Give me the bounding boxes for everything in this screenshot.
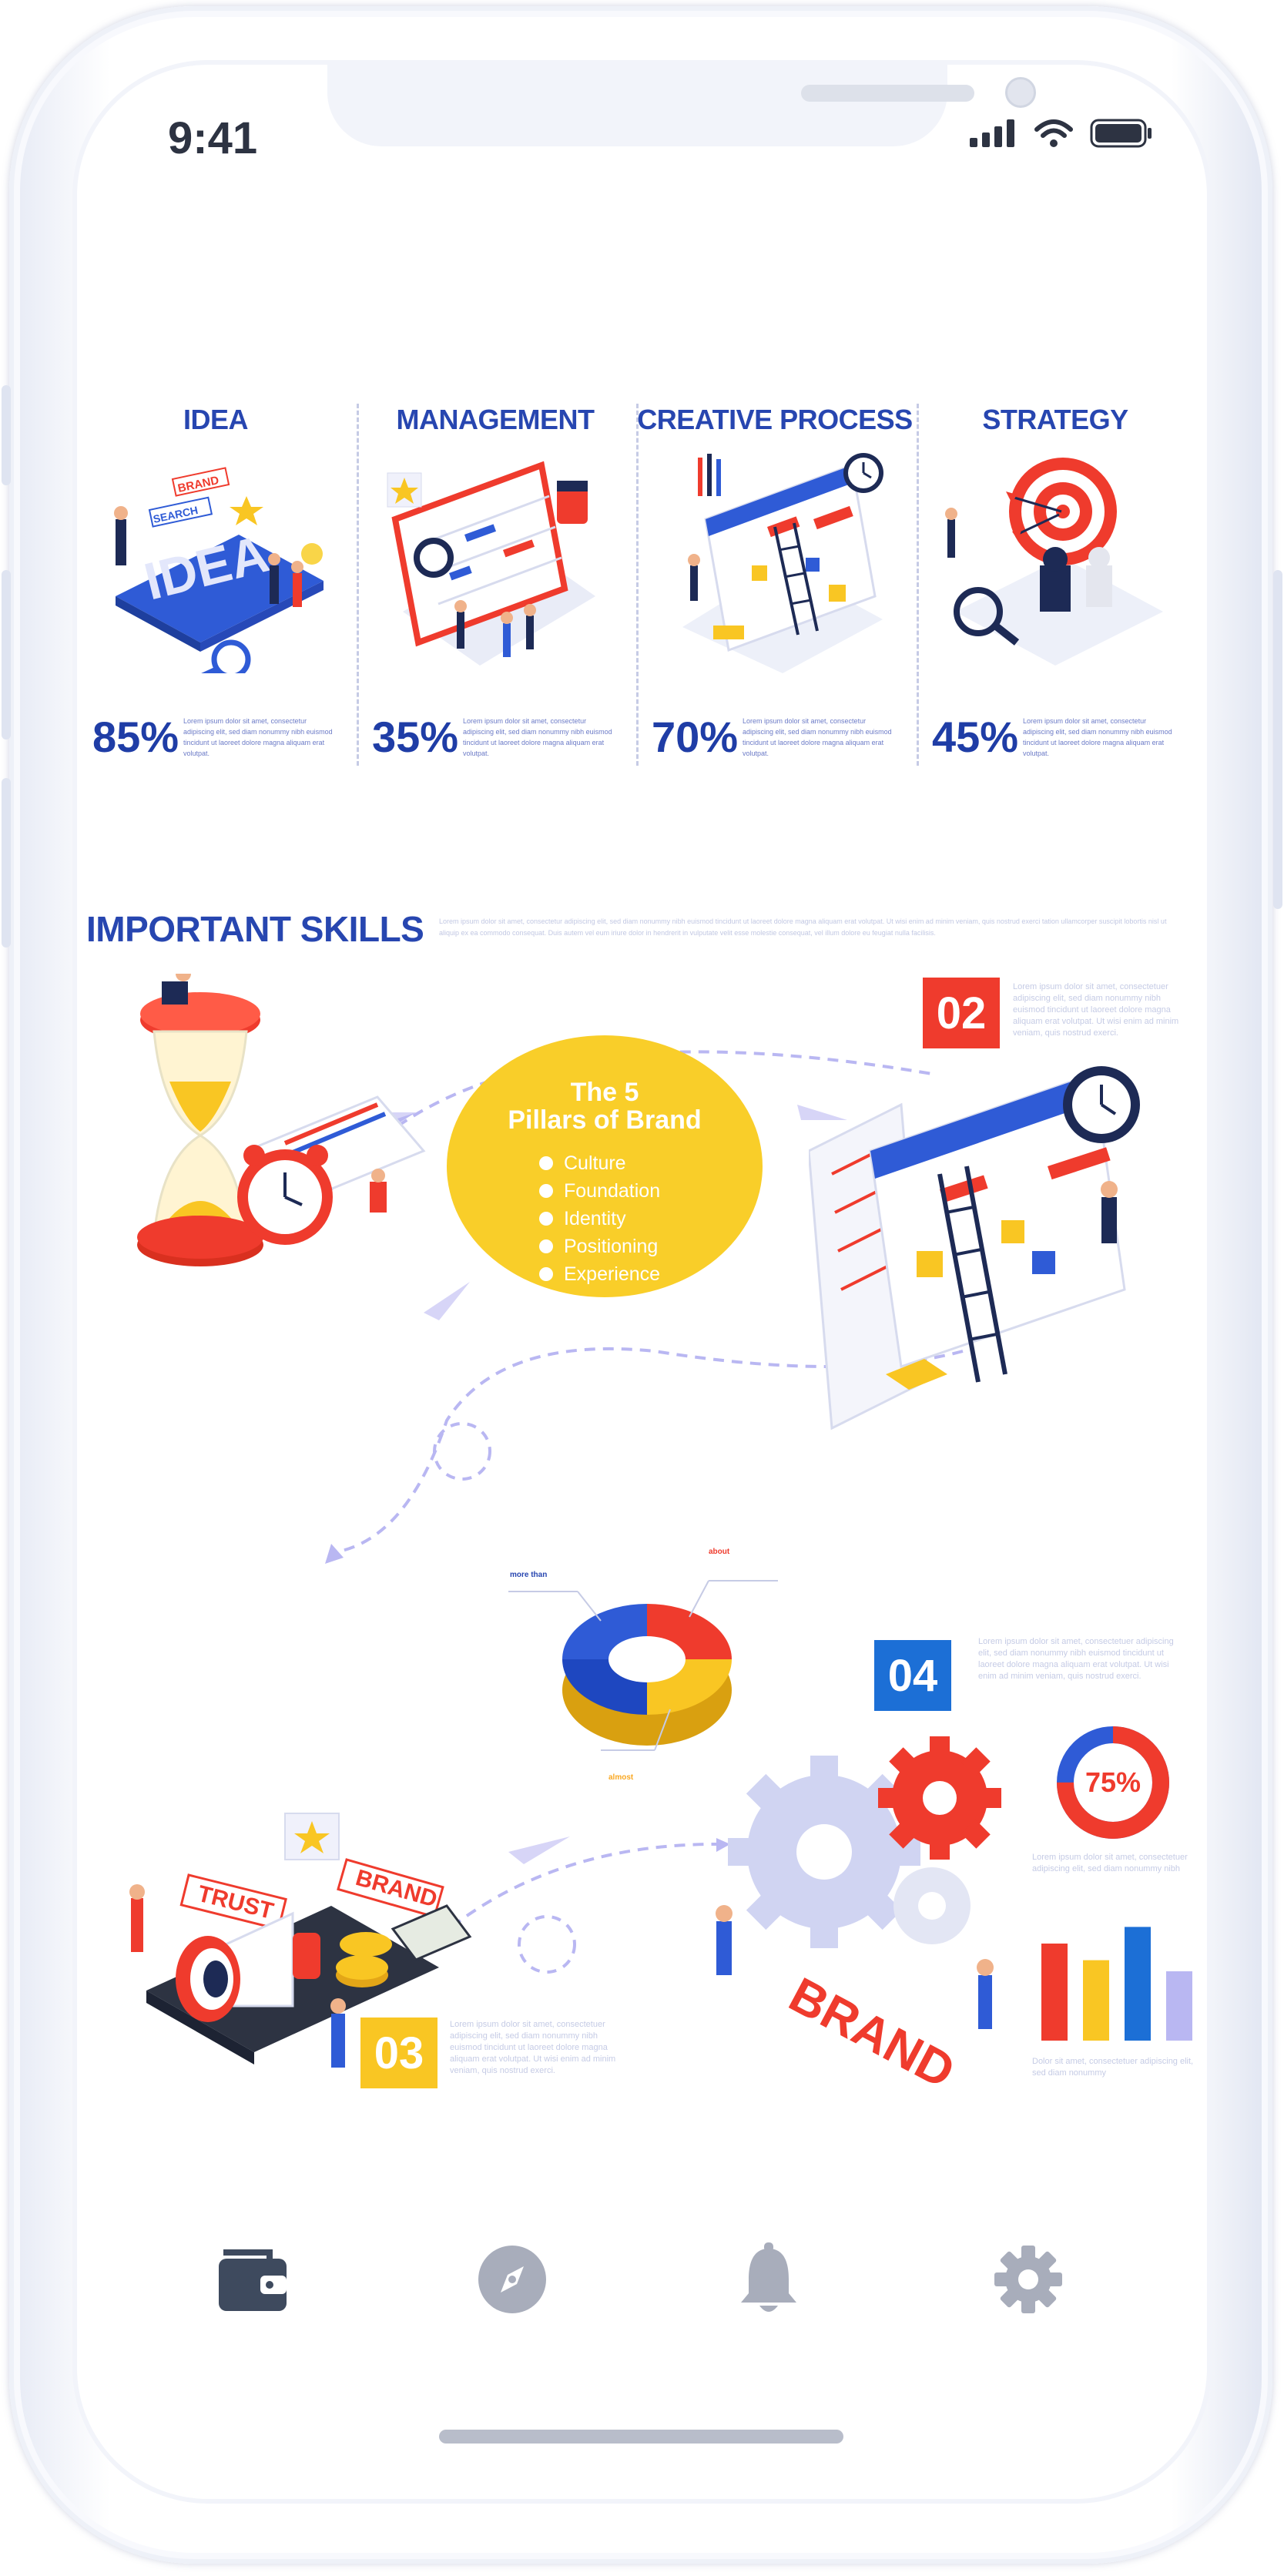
- pillars-list: Culture Foundation Identity Positioning …: [539, 1149, 660, 1288]
- bar-2: [1125, 1927, 1151, 2041]
- pillars-title-line2: Pillars of Brand: [508, 1105, 702, 1135]
- bar-chart: [1041, 1927, 1192, 2041]
- category-percent: 35%: [372, 713, 459, 761]
- pillars-card: The 5 Pillars of Brand Culture Foundatio…: [447, 1035, 763, 1297]
- category-creative-process: CREATIVE PROCESS 70% Lorem ipsum dolor s…: [636, 404, 914, 773]
- strategy-illustration: [945, 458, 1163, 666]
- gear-icon: [994, 2246, 1062, 2313]
- category-description: Lorem ipsum dolor sit amet, consectetur …: [1023, 717, 1172, 757]
- battery-icon: [1090, 119, 1152, 148]
- step-02-badge: 02: [923, 978, 1000, 1048]
- category-title: CREATIVE PROCESS: [637, 404, 913, 435]
- bullet-icon: [539, 1239, 553, 1253]
- mute-switch: [2, 385, 11, 485]
- management-illustration: [387, 461, 595, 666]
- status-time: 9:41: [168, 113, 258, 163]
- step-03-text: Lorem ipsum dolor sit amet, consectetuer…: [450, 2020, 616, 2075]
- bar-chart-text: Dolor sit amet, consectetuer adipiscing …: [1032, 2057, 1194, 2078]
- brand-3d-word: BRAND: [780, 1967, 964, 2099]
- speaker: [801, 85, 974, 102]
- wifi-icon: [1034, 119, 1073, 147]
- step-04-text: Lorem ipsum dolor sit amet, consectetuer…: [978, 1637, 1174, 1681]
- bullet-icon: [539, 1184, 553, 1198]
- bullet-icon: [539, 1156, 553, 1170]
- bottom-navigation: [77, 2237, 1207, 2345]
- nav-settings-button[interactable]: [986, 2237, 1071, 2322]
- ring-label-more-than: more than: [510, 1571, 548, 1579]
- donut-chart: 75%: [1057, 1726, 1169, 1839]
- pillars-title: The 5 Pillars of Brand: [447, 1078, 763, 1134]
- category-title: MANAGEMENT: [396, 404, 595, 435]
- category-description: Lorem ipsum dolor sit amet, consectetur …: [463, 717, 612, 757]
- nav-explore-button[interactable]: [470, 2237, 555, 2322]
- skills-title: IMPORTANT SKILLS: [86, 909, 424, 949]
- bar-3: [1166, 1971, 1192, 2041]
- category-title: STRATEGY: [982, 404, 1128, 435]
- front-camera: [1005, 77, 1036, 108]
- category-strategy: STRATEGY 45% Lorem ipsum dolor sit amet,…: [917, 404, 1194, 773]
- wallet-icon: [219, 2249, 287, 2311]
- list-item: Foundation: [539, 1177, 660, 1205]
- bar-1: [1083, 1960, 1109, 2041]
- signal-icon: [970, 119, 1014, 147]
- skills-description: Lorem ipsum dolor sit amet, consectetur …: [439, 917, 1167, 937]
- bullet-icon: [539, 1267, 553, 1281]
- list-item: Positioning: [539, 1233, 660, 1260]
- hourglass-illustration: [137, 974, 426, 1266]
- step-04-badge: 04: [874, 1640, 951, 1711]
- pillars-title-line1: The 5: [570, 1078, 639, 1107]
- ring-label-almost: almost: [608, 1773, 634, 1782]
- category-description: Lorem ipsum dolor sit amet, consectetur …: [743, 717, 892, 757]
- nav-wallet-button[interactable]: [210, 2237, 295, 2322]
- phone-screen: 9:41 IDEA IDEA BRAND SEARCH 85% Lorem ip…: [77, 65, 1207, 2499]
- notch: [327, 65, 1036, 146]
- calendar-illustration: [809, 1066, 1140, 1431]
- home-indicator[interactable]: [439, 2430, 843, 2444]
- category-percent: 85%: [92, 713, 179, 761]
- step-03-badge: 03: [360, 2018, 437, 2088]
- category-percent: 70%: [652, 713, 739, 761]
- creative-process-illustration: [682, 453, 883, 673]
- step-02-text: Lorem ipsum dolor sit amet, consectetuer…: [1013, 982, 1179, 1038]
- status-icons: [970, 119, 1153, 148]
- category-idea: IDEA IDEA BRAND SEARCH 85% Lorem ipsum d…: [77, 404, 354, 773]
- list-item: Culture: [539, 1149, 660, 1177]
- ring-label-about: about: [709, 1548, 730, 1556]
- volume-up-button: [2, 570, 11, 740]
- category-percent: 45%: [932, 713, 1019, 761]
- gears-illustration: BRAND: [716, 1736, 1001, 2099]
- bell-icon: [741, 2242, 796, 2312]
- nav-notifications-button[interactable]: [726, 2237, 811, 2322]
- category-title: IDEA: [183, 404, 249, 435]
- idea-illustration: IDEA BRAND SEARCH: [114, 467, 324, 673]
- list-item: Identity: [539, 1205, 660, 1233]
- list-item: Experience: [539, 1260, 660, 1288]
- donut-percent: 75%: [1085, 1766, 1141, 1798]
- category-management: MANAGEMENT 35% Lorem ipsum dolor sit ame…: [357, 404, 634, 773]
- volume-down-button: [2, 778, 11, 948]
- donut-text: Lorem ipsum dolor sit amet, consectetuer…: [1032, 1853, 1188, 1873]
- category-description: Lorem ipsum dolor sit amet, consectetur …: [183, 717, 333, 757]
- bar-0: [1041, 1944, 1068, 2041]
- power-button: [1273, 570, 1282, 909]
- compass-icon: [478, 2246, 546, 2313]
- bullet-icon: [539, 1212, 553, 1226]
